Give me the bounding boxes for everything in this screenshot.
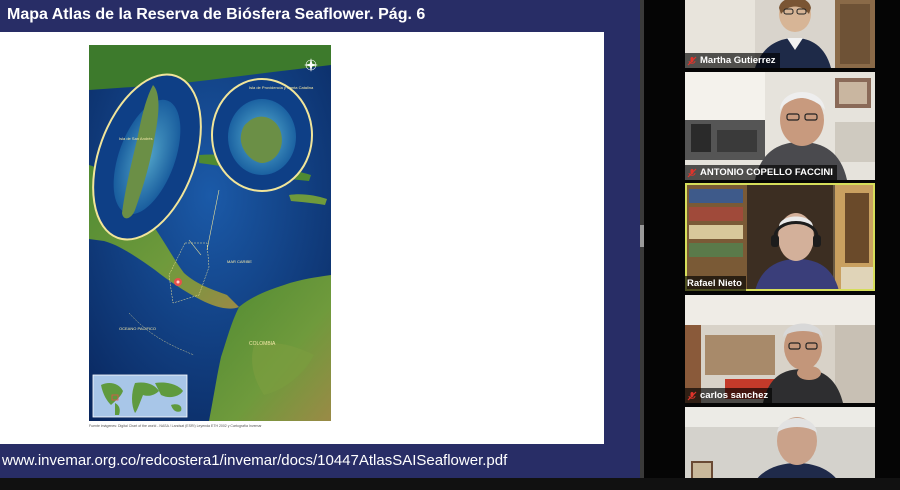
participant-name: Rafael Nieto <box>687 278 742 289</box>
map-label-providencia: Isla de Providencia y Santa Catalina <box>249 85 314 90</box>
map-label-mar-caribe: MAR CARIBE <box>227 259 252 264</box>
slide-title: Mapa Atlas de la Reserva de Biósfera Sea… <box>7 6 426 23</box>
map-label-oceano-pacifico: OCEANO PACIFICO <box>119 326 156 331</box>
source-url-link[interactable]: www.invemar.org.co/redcostera1/invemar/d… <box>2 452 507 469</box>
shared-screen: Mapa Atlas de la Reserva de Biósfera Sea… <box>0 0 640 478</box>
splitter-handle[interactable] <box>640 225 644 247</box>
meeting-bottom-edge <box>0 478 900 490</box>
map-label-colombia: COLOMBIA <box>249 341 276 347</box>
seaflower-atlas-map: Isla de San Andrés Isla de Providencia y… <box>89 45 331 421</box>
slide-content: Isla de San Andrés Isla de Providencia y… <box>0 32 604 444</box>
participant-tile-active-speaker[interactable]: Rafael Nieto <box>685 183 875 291</box>
participant-name-bar: Martha Gutierrez <box>685 53 780 68</box>
participant-name: ANTONIO COPELLO FACCINI <box>700 167 833 178</box>
participant-name-bar: carlos sanchez <box>685 388 773 403</box>
participant-name-bar: Rafael Nieto <box>685 276 746 291</box>
muted-mic-icon <box>687 56 697 65</box>
participant-tile[interactable]: ANTONIO COPELLO FACCINI <box>685 72 875 180</box>
map-credit: Fuente imágenes: Digital Chart of the wo… <box>89 424 262 428</box>
participant-video <box>685 72 875 180</box>
participant-tile[interactable]: Martha Gutierrez <box>685 0 875 68</box>
participant-tile[interactable]: carlos sanchez <box>685 295 875 403</box>
muted-mic-icon <box>687 168 697 177</box>
muted-mic-icon <box>687 391 697 400</box>
world-inset-map <box>92 374 188 418</box>
participant-name: Martha Gutierrez <box>700 55 776 66</box>
participant-name: carlos sanchez <box>700 390 769 401</box>
participant-name-bar: ANTONIO COPELLO FACCINI <box>685 165 837 180</box>
map-label-san-andres: Isla de San Andrés <box>119 136 153 141</box>
map-image: Isla de San Andrés Isla de Providencia y… <box>89 45 331 421</box>
participant-video <box>685 295 875 403</box>
participant-video <box>685 183 875 291</box>
